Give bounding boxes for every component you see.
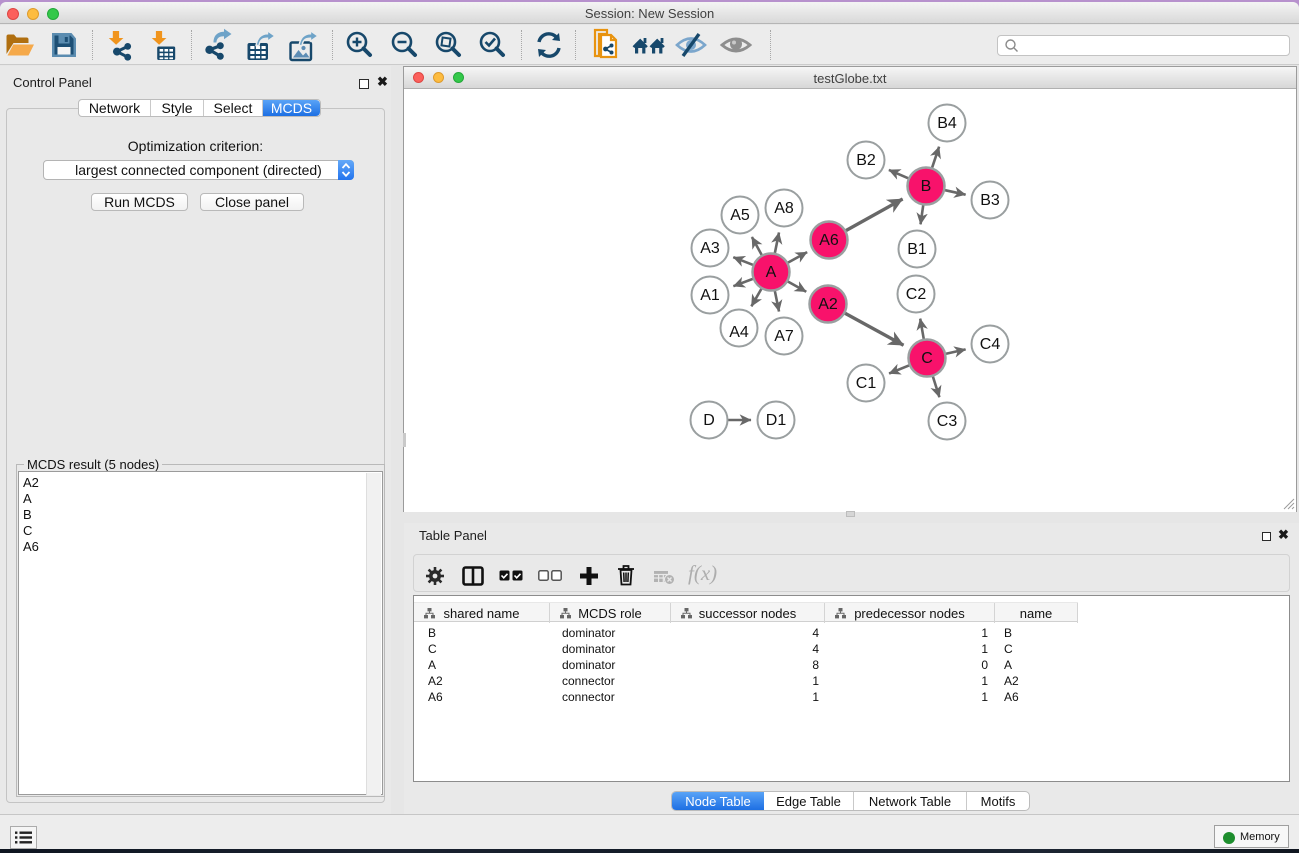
svg-text:B1: B1 [907, 241, 927, 258]
svg-text:A5: A5 [730, 207, 750, 224]
svg-text:A: A [766, 264, 777, 281]
svg-text:A2: A2 [818, 296, 838, 313]
svg-text:A7: A7 [774, 328, 794, 345]
svg-text:A3: A3 [700, 240, 720, 257]
svg-text:B: B [921, 178, 932, 195]
svg-text:A8: A8 [774, 200, 794, 217]
svg-text:B2: B2 [856, 152, 876, 169]
svg-text:C3: C3 [937, 413, 958, 430]
svg-text:C1: C1 [856, 375, 877, 392]
svg-text:D: D [703, 412, 715, 429]
svg-text:A1: A1 [700, 287, 720, 304]
svg-text:D1: D1 [766, 412, 787, 429]
svg-text:C4: C4 [980, 336, 1001, 353]
svg-text:A6: A6 [819, 232, 839, 249]
svg-text:B4: B4 [937, 115, 957, 132]
svg-text:C2: C2 [906, 286, 927, 303]
svg-text:A4: A4 [729, 324, 749, 341]
svg-text:C: C [921, 350, 933, 367]
svg-text:B3: B3 [980, 192, 1000, 209]
